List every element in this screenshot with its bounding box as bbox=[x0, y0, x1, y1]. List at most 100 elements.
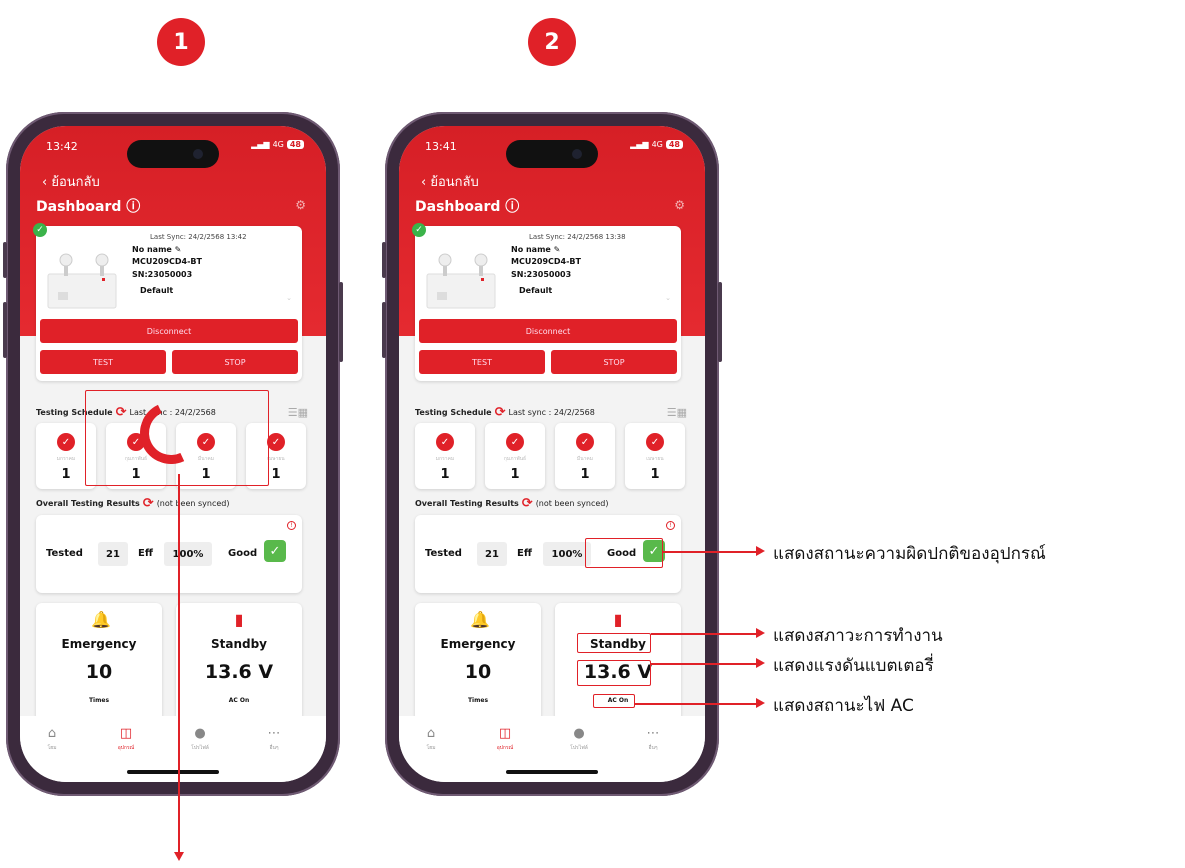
app-screen: 13:41 ▂▄▆ 4G 48 ‹ ย้อนกลับ Dashboard ⓘ ⚙… bbox=[399, 126, 705, 782]
annotation-fault-status: แสดงสถานะความผิดปกติของอุปกรณ์ bbox=[773, 544, 1046, 564]
schedule-item[interactable]: ✓ เมษายน 1 bbox=[625, 423, 685, 489]
stop-button[interactable]: STOP bbox=[172, 350, 298, 374]
tab-label: โปรไฟล์ bbox=[570, 745, 588, 751]
gear-icon[interactable]: ⚙ bbox=[674, 198, 685, 212]
network-label: 4G bbox=[651, 140, 663, 149]
more-icon: ⋯ bbox=[646, 726, 660, 741]
bottom-tab-bar: ⌂ โฮม ◫ อุปกรณ์ ● โปรไฟล์ ⋯ อื่นๆ bbox=[20, 716, 326, 782]
good-check-icon: ✓ bbox=[264, 540, 286, 562]
back-button[interactable]: ‹ ย้อนกลับ bbox=[42, 171, 100, 192]
bell-icon: 🔔 bbox=[470, 610, 490, 629]
battery-icon: 48 bbox=[665, 140, 683, 149]
page-title-text: Dashboard bbox=[415, 199, 501, 215]
home-icon: ⌂ bbox=[47, 726, 57, 741]
eff-label: Eff bbox=[517, 548, 532, 559]
app-screen: 13:42 ▂▄▆ 4G 48 ‹ ย้อนกลับ Dashboard ⓘ ⚙… bbox=[20, 126, 326, 782]
edit-pencil-icon[interactable]: ✎ bbox=[554, 245, 561, 254]
standby-title: Standby bbox=[210, 637, 268, 651]
chevron-left-icon: ‹ bbox=[421, 175, 427, 190]
info-icon[interactable]: ⓘ bbox=[505, 199, 519, 215]
emergency-tile: 🔔 Emergency 10 Times bbox=[36, 603, 162, 721]
back-button[interactable]: ‹ ย้อนกลับ bbox=[421, 171, 479, 192]
schedule-month: เมษายน bbox=[646, 456, 664, 462]
arrow-right-icon bbox=[756, 658, 765, 668]
chevron-down-icon[interactable]: ⌄ bbox=[665, 294, 671, 302]
disconnect-button[interactable]: Disconnect bbox=[40, 319, 298, 343]
tested-value: 21 bbox=[98, 542, 128, 566]
page-title: Dashboard ⓘ bbox=[415, 196, 519, 216]
phone-frame-1: 13:42 ▂▄▆ 4G 48 ‹ ย้อนกลับ Dashboard ⓘ ⚙… bbox=[3, 112, 343, 796]
devices-icon: ◫ bbox=[498, 726, 512, 741]
results-header: Overall Testing Results ⟳ (not been sync… bbox=[36, 496, 229, 511]
person-icon: ● bbox=[573, 726, 585, 741]
tab-profile[interactable]: ● โปรไฟล์ bbox=[559, 726, 599, 752]
tutorial-canvas: 1 2 13:42 ▂▄▆ 4G 48 ‹ ย้อนกลับ Dashboard… bbox=[0, 0, 1185, 868]
schedule-title: Testing Schedule bbox=[415, 408, 492, 417]
chevron-down-icon[interactable]: ⌄ bbox=[286, 294, 292, 302]
tested-value: 21 bbox=[477, 542, 507, 566]
tab-more[interactable]: ⋯ อื่นๆ bbox=[254, 726, 294, 752]
device-mode: Default bbox=[519, 286, 553, 295]
schedule-item[interactable]: ✓ มกราคม 1 bbox=[415, 423, 475, 489]
emergency-unit: Times bbox=[88, 697, 110, 704]
refresh-icon[interactable]: ⟳ bbox=[495, 405, 506, 420]
tab-devices[interactable]: ◫ อุปกรณ์ bbox=[106, 726, 146, 752]
status-indicators: ▂▄▆ 4G 48 bbox=[630, 140, 683, 149]
calendar-list-icon[interactable]: ☰▦ bbox=[288, 406, 308, 419]
bottom-tab-bar: ⌂ โฮม ◫ อุปกรณ์ ● โปรไฟล์ ⋯ อื่นๆ bbox=[399, 716, 705, 782]
devices-icon: ◫ bbox=[119, 726, 133, 741]
refresh-icon[interactable]: ⟳ bbox=[522, 496, 533, 511]
info-icon[interactable]: ⓘ bbox=[126, 199, 140, 215]
refresh-icon[interactable]: ⟳ bbox=[143, 496, 154, 511]
test-button[interactable]: TEST bbox=[419, 350, 545, 374]
tab-profile[interactable]: ● โปรไฟล์ bbox=[180, 726, 220, 752]
alert-info-icon[interactable]: ! bbox=[666, 521, 675, 530]
tab-home[interactable]: ⌂ โฮม bbox=[411, 726, 451, 752]
connected-check-icon: ✓ bbox=[33, 223, 47, 237]
tab-more[interactable]: ⋯ อื่นๆ bbox=[633, 726, 673, 752]
schedule-item[interactable]: ✓ กุมภาพันธ์ 1 bbox=[485, 423, 545, 489]
schedule-item[interactable]: ✓ มีนาคม 1 bbox=[555, 423, 615, 489]
tested-label: Tested bbox=[46, 548, 83, 559]
device-name: No name ✎ bbox=[511, 245, 561, 254]
tab-devices[interactable]: ◫ อุปกรณ์ bbox=[485, 726, 525, 752]
annotation-operating-state: แสดงสภาวะการทำงาน bbox=[773, 626, 943, 646]
callout-line bbox=[651, 633, 758, 635]
tab-label: อุปกรณ์ bbox=[117, 745, 135, 751]
check-icon: ✓ bbox=[506, 433, 524, 451]
device-card: ✓ Last Sync: 24/2/2568 13:38 No name ✎ M… bbox=[412, 223, 681, 381]
results-card: ! Tested 21 Eff 100% Good ✓ bbox=[36, 515, 302, 593]
device-serial: SN:23050003 bbox=[511, 270, 572, 279]
dynamic-island bbox=[506, 140, 598, 168]
tested-label: Tested bbox=[425, 548, 462, 559]
device-name: No name ✎ bbox=[132, 245, 182, 254]
schedule-sync-text: Last sync : 24/2/2568 bbox=[508, 408, 595, 417]
last-sync-text: Last Sync: 24/2/2568 13:42 bbox=[150, 233, 247, 241]
alert-info-icon[interactable]: ! bbox=[287, 521, 296, 530]
disconnect-button[interactable]: Disconnect bbox=[419, 319, 677, 343]
tab-home[interactable]: ⌂ โฮม bbox=[32, 726, 72, 752]
battery-status-icon: ▮ bbox=[613, 610, 623, 629]
ac-highlight-box bbox=[593, 694, 635, 708]
chevron-left-icon: ‹ bbox=[42, 175, 48, 190]
device-card: ✓ Last Sync: 24/2/2568 13:42 No name ✎ M… bbox=[33, 223, 302, 381]
gear-icon[interactable]: ⚙ bbox=[295, 198, 306, 212]
calendar-list-icon[interactable]: ☰▦ bbox=[667, 406, 687, 419]
device-model: MCU209CD4-BT bbox=[132, 257, 202, 266]
eff-value: 100% bbox=[164, 542, 212, 566]
check-icon: ✓ bbox=[576, 433, 594, 451]
sync-highlight-box bbox=[85, 390, 269, 486]
tab-label: อุปกรณ์ bbox=[496, 745, 514, 751]
test-button[interactable]: TEST bbox=[40, 350, 166, 374]
last-sync-text: Last Sync: 24/2/2568 13:38 bbox=[529, 233, 626, 241]
annotation-battery-voltage: แสดงแรงดันแบตเตอรี่ bbox=[773, 656, 934, 676]
stop-button[interactable]: STOP bbox=[551, 350, 677, 374]
results-note: (not been synced) bbox=[535, 499, 609, 508]
edit-pencil-icon[interactable]: ✎ bbox=[175, 245, 182, 254]
callout-line bbox=[663, 551, 758, 553]
check-icon: ✓ bbox=[436, 433, 454, 451]
check-icon: ✓ bbox=[267, 433, 285, 451]
schedule-month: กุมภาพันธ์ bbox=[503, 456, 527, 462]
status-time: 13:41 bbox=[425, 140, 457, 153]
battery-status-icon: ▮ bbox=[234, 610, 244, 629]
